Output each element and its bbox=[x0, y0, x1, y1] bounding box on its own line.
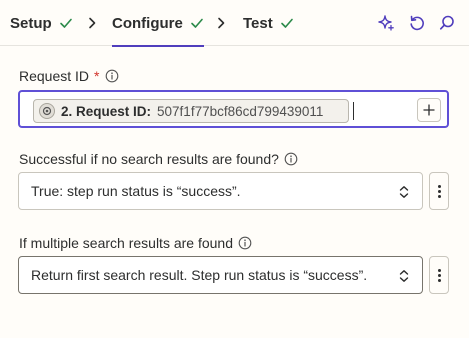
info-icon[interactable] bbox=[105, 69, 119, 83]
mapped-field-pill[interactable]: 2. Request ID: 507f1f77bcf86cd799439011 bbox=[33, 99, 349, 123]
select-updown-icon bbox=[399, 270, 409, 282]
multiple-results-label: If multiple search results are found bbox=[19, 235, 252, 251]
multiple-results-select[interactable]: Return first search result. Step run sta… bbox=[18, 256, 423, 294]
step-test-label: Test bbox=[243, 14, 273, 32]
mapped-step-name: 2. Request ID: bbox=[61, 103, 152, 119]
insert-data-button[interactable] bbox=[417, 98, 441, 122]
step-setup[interactable]: Setup bbox=[10, 0, 73, 46]
info-icon[interactable] bbox=[238, 236, 252, 250]
step-configure-label: Configure bbox=[112, 14, 183, 32]
chevron-right-icon bbox=[89, 17, 96, 29]
no-results-more-options-button[interactable] bbox=[429, 172, 449, 210]
no-results-select[interactable]: True: step run status is “success”. bbox=[18, 172, 423, 210]
step-configure[interactable]: Configure bbox=[112, 0, 204, 47]
select-updown-icon bbox=[399, 186, 409, 198]
no-results-label: Successful if no search results are foun… bbox=[19, 151, 298, 167]
request-id-label-text: Request ID bbox=[19, 68, 90, 84]
check-icon bbox=[280, 18, 293, 28]
chevron-right-icon bbox=[218, 17, 225, 29]
info-icon[interactable] bbox=[284, 152, 298, 166]
request-id-input[interactable]: 2. Request ID: 507f1f77bcf86cd799439011 bbox=[18, 90, 449, 128]
refresh-icon[interactable] bbox=[407, 13, 427, 33]
step-navigation-bar: Setup Configure Test bbox=[0, 0, 469, 47]
required-marker: * bbox=[94, 68, 100, 84]
check-icon bbox=[59, 18, 72, 28]
multiple-results-more-options-button[interactable] bbox=[429, 256, 449, 294]
step-test[interactable]: Test bbox=[243, 0, 294, 46]
no-results-label-text: Successful if no search results are foun… bbox=[19, 151, 279, 167]
search-icon[interactable] bbox=[437, 13, 457, 33]
mapped-step-value: 507f1f77bcf86cd799439011 bbox=[157, 103, 324, 119]
no-results-selected-value: True: step run status is “success”. bbox=[31, 183, 241, 199]
text-cursor bbox=[353, 102, 354, 120]
check-icon bbox=[191, 18, 203, 28]
step-setup-label: Setup bbox=[10, 14, 52, 32]
sparkle-icon[interactable] bbox=[376, 13, 396, 33]
app-step-icon bbox=[39, 103, 55, 119]
plus-icon bbox=[423, 104, 435, 116]
multiple-results-label-text: If multiple search results are found bbox=[19, 235, 233, 251]
multiple-results-selected-value: Return first search result. Step run sta… bbox=[31, 267, 368, 283]
request-id-label: Request ID * bbox=[19, 68, 119, 84]
